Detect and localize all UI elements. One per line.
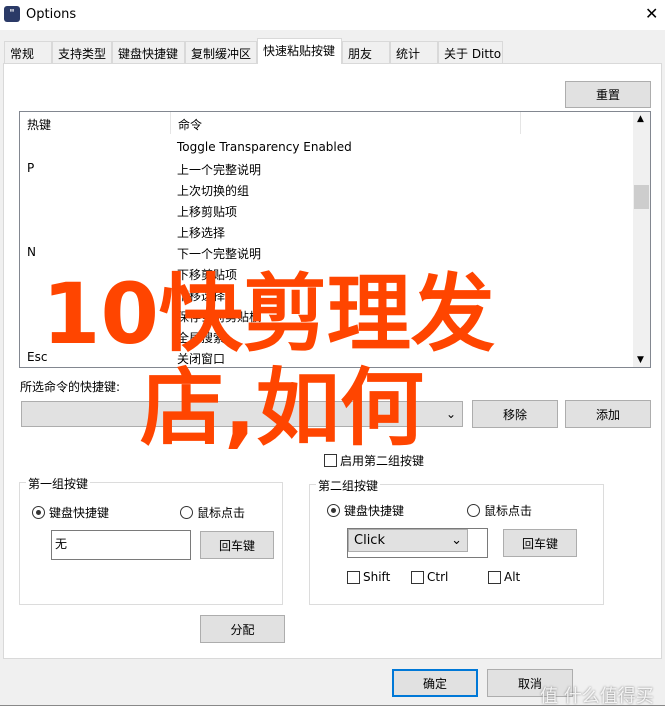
chevron-down-icon: ⌄ [451,533,462,548]
chevron-down-icon: ⌄ [445,407,456,421]
list-row[interactable]: 上移选择 [20,221,632,242]
remove-button[interactable]: 移除 [472,400,558,428]
group1-radio-mouse[interactable]: 鼠标点击 [180,504,245,521]
group2-mouse-dropdown[interactable]: Click ⌄ [348,529,468,552]
group-one-title: 第一组按键 [26,475,91,492]
command-cell: Toggle Transparency Enabled [177,140,352,154]
overlay-title-line1: 10快剪理发 [42,265,495,363]
group2-radio-keyboard[interactable]: 键盘快捷键 [327,502,404,519]
group1-radio-keyboard[interactable]: 键盘快捷键 [32,504,109,521]
group-two-title: 第二组按键 [316,477,381,494]
close-icon[interactable]: ✕ [645,4,658,23]
tab-friends[interactable]: 朋友 [342,41,390,63]
command-cell: 下一个完整说明 [177,247,262,261]
group2-radio-mouse[interactable]: 鼠标点击 [467,502,532,519]
scroll-down-icon[interactable]: ▼ [637,355,644,365]
list-row[interactable]: 上移剪贴项 [20,200,632,221]
assign-button[interactable]: 分配 [200,615,285,643]
add-button[interactable]: 添加 [565,400,651,428]
scrollbar[interactable]: ▲ ▼ [633,112,650,367]
title-bar: " Options ✕ [0,0,665,30]
command-cell: 上移剪贴项 [177,205,238,219]
column-header-hotkey[interactable]: 热键 [20,112,171,134]
command-cell: 上一个完整说明 [177,163,262,177]
tab-quick-paste-keys[interactable]: 快速粘贴按键 [257,38,342,64]
ctrl-checkbox[interactable]: Ctrl [411,570,448,584]
tab-about[interactable]: 关于 Ditto [438,41,503,63]
tab-general[interactable]: 常规 [4,41,52,63]
command-cell: 上次切换的组 [177,184,250,198]
command-cell: 上移选择 [177,226,226,240]
window-title: Options [26,7,77,22]
hotkey-cell: P [27,161,35,175]
shift-checkbox[interactable]: Shift [347,570,390,584]
ditto-app-icon: " [4,6,20,22]
tab-stats[interactable]: 统计 [390,41,438,63]
scrollbar-thumb[interactable] [634,185,649,209]
tab-copy-buffers[interactable]: 复制缓冲区 [185,41,257,63]
overlay-title-line2: 店,如何 [140,359,424,457]
tab-keyboard-shortcuts[interactable]: 键盘快捷键 [112,41,185,63]
watermark: 值 什么值得买 [540,686,654,707]
list-row[interactable]: N 下一个完整说明 [20,242,632,263]
hotkey-cell: N [27,245,36,259]
list-row[interactable]: Toggle Transparency Enabled [20,137,632,158]
alt-checkbox[interactable]: Alt [488,570,520,584]
list-row[interactable]: P 上一个完整说明 [20,158,632,179]
selected-shortcut-label: 所选命令的快捷键: [20,380,121,394]
ok-button[interactable]: 确定 [392,669,478,697]
reset-button[interactable]: 重置 [565,81,651,108]
group1-enter-button[interactable]: 回车键 [200,531,274,559]
group2-enter-button[interactable]: 回车键 [503,529,577,557]
group1-hotkey-input[interactable]: 无 [51,530,191,560]
tab-supported-types[interactable]: 支持类型 [52,41,112,63]
list-row[interactable]: 上次切换的组 [20,179,632,200]
scroll-up-icon[interactable]: ▲ [637,114,644,124]
column-header-command[interactable]: 命令 [171,112,521,134]
